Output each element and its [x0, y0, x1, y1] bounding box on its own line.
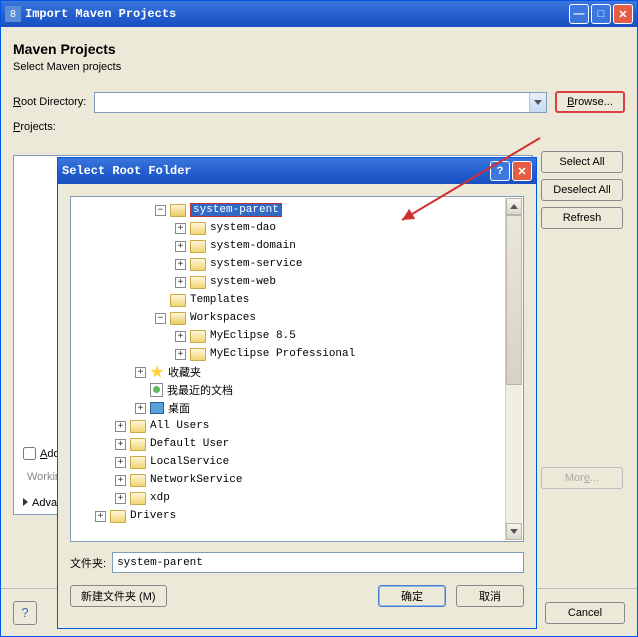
dialog-title: Select Root Folder — [62, 164, 490, 178]
tree-node[interactable]: 桌面 — [168, 400, 190, 416]
expand-icon[interactable]: + — [115, 475, 126, 486]
expand-icon[interactable]: + — [115, 439, 126, 450]
folder-icon — [190, 276, 206, 289]
tree-node[interactable]: system-service — [210, 258, 302, 270]
folder-icon — [110, 510, 126, 523]
tree-node[interactable]: Workspaces — [190, 312, 256, 324]
dialog-close-button[interactable]: ✕ — [512, 161, 532, 181]
tree-node[interactable]: xdp — [150, 492, 170, 504]
add-to-working-set-checkbox[interactable] — [23, 447, 36, 460]
favorites-icon — [150, 365, 164, 379]
scroll-up-button[interactable] — [506, 198, 522, 215]
root-dir-dropdown-button[interactable] — [529, 93, 546, 112]
root-dir-combo[interactable] — [94, 92, 547, 113]
folder-icon — [190, 240, 206, 253]
tree-node[interactable]: 收藏夹 — [168, 364, 201, 380]
dialog-help-button[interactable]: ? — [490, 161, 510, 181]
select-folder-dialog: Select Root Folder ? ✕ − system-parent + s… — [57, 157, 537, 629]
folder-open-icon — [170, 312, 186, 325]
dialog-cancel-button[interactable]: 取消 — [456, 585, 524, 607]
folder-icon — [190, 222, 206, 235]
folder-name-input[interactable] — [112, 552, 524, 573]
chevron-up-icon — [510, 204, 518, 209]
tree-node[interactable]: Drivers — [130, 510, 176, 522]
folder-icon — [190, 258, 206, 271]
folder-icon — [130, 438, 146, 451]
expand-icon[interactable]: + — [115, 421, 126, 432]
help-button[interactable]: ? — [13, 601, 37, 625]
maximize-button[interactable]: □ — [591, 4, 611, 24]
tree-node[interactable]: system-dao — [210, 222, 276, 234]
expand-icon[interactable]: + — [175, 349, 186, 360]
folder-label: 文件夹: — [70, 555, 106, 571]
folder-tree[interactable]: − system-parent + system-dao + system-domai… — [70, 196, 524, 542]
tree-node[interactable]: LocalService — [150, 456, 229, 468]
tree-node[interactable]: All Users — [150, 420, 209, 432]
tree-node-system-parent[interactable]: system-parent — [190, 203, 282, 217]
tree-node[interactable]: Default User — [150, 438, 229, 450]
tree-node[interactable]: MyEclipse 8.5 — [210, 330, 296, 342]
select-all-button[interactable]: Select All — [541, 151, 623, 173]
tree-node[interactable]: Templates — [190, 294, 249, 306]
expand-icon[interactable]: + — [175, 331, 186, 342]
expand-icon[interactable]: + — [175, 223, 186, 234]
folder-icon — [190, 330, 206, 343]
chevron-right-icon — [23, 498, 28, 506]
folder-icon — [130, 456, 146, 469]
chevron-down-icon — [534, 100, 542, 105]
main-titlebar: 8 Import Maven Projects — □ ✕ — [1, 1, 637, 27]
collapse-icon[interactable]: − — [155, 205, 166, 216]
app-icon: 8 — [5, 6, 21, 22]
expand-icon[interactable]: + — [135, 367, 146, 378]
window-title: Import Maven Projects — [25, 7, 569, 21]
expand-icon[interactable]: + — [95, 511, 106, 522]
scroll-down-button[interactable] — [506, 523, 522, 540]
dialog-titlebar: Select Root Folder ? ✕ — [58, 158, 536, 184]
cancel-button[interactable]: Cancel — [545, 602, 625, 624]
close-button[interactable]: ✕ — [613, 4, 633, 24]
browse-button[interactable]: BBrowse...rowse... — [555, 91, 625, 113]
page-subtitle: Select Maven projects — [13, 61, 625, 73]
folder-icon — [130, 420, 146, 433]
expand-icon[interactable]: + — [115, 457, 126, 468]
expand-icon[interactable]: + — [175, 277, 186, 288]
root-dir-label: Root Directory: — [13, 96, 86, 108]
tree-node[interactable]: MyEclipse Professional — [210, 348, 355, 360]
new-folder-button[interactable]: 新建文件夹 (M) — [70, 585, 167, 607]
scroll-thumb[interactable] — [506, 215, 522, 385]
folder-open-icon — [170, 204, 186, 217]
more-button[interactable]: More... — [541, 467, 623, 489]
folder-icon — [130, 474, 146, 487]
tree-node[interactable]: system-domain — [210, 240, 296, 252]
tree-node[interactable]: 我最近的文档 — [167, 382, 233, 398]
chevron-down-icon — [510, 529, 518, 534]
expand-icon[interactable]: + — [175, 241, 186, 252]
deselect-all-button[interactable]: Deselect All — [541, 179, 623, 201]
expand-icon[interactable]: + — [175, 259, 186, 270]
tree-node[interactable]: NetworkService — [150, 474, 242, 486]
projects-label: Projects: — [13, 121, 56, 133]
refresh-button[interactable]: Refresh — [541, 207, 623, 229]
recent-docs-icon — [150, 383, 163, 397]
scrollbar[interactable] — [505, 198, 522, 540]
folder-icon — [190, 348, 206, 361]
folder-icon — [130, 492, 146, 505]
root-dir-input[interactable] — [95, 93, 529, 112]
working-set-label: Workin — [27, 471, 61, 483]
desktop-icon — [150, 402, 164, 414]
tree-node[interactable]: system-web — [210, 276, 276, 288]
expand-icon[interactable]: + — [115, 493, 126, 504]
ok-button[interactable]: 确定 — [378, 585, 446, 607]
page-title: Maven Projects — [13, 41, 625, 57]
expand-icon[interactable]: + — [135, 403, 146, 414]
collapse-icon[interactable]: − — [155, 313, 166, 324]
folder-icon — [170, 294, 186, 307]
minimize-button[interactable]: — — [569, 4, 589, 24]
